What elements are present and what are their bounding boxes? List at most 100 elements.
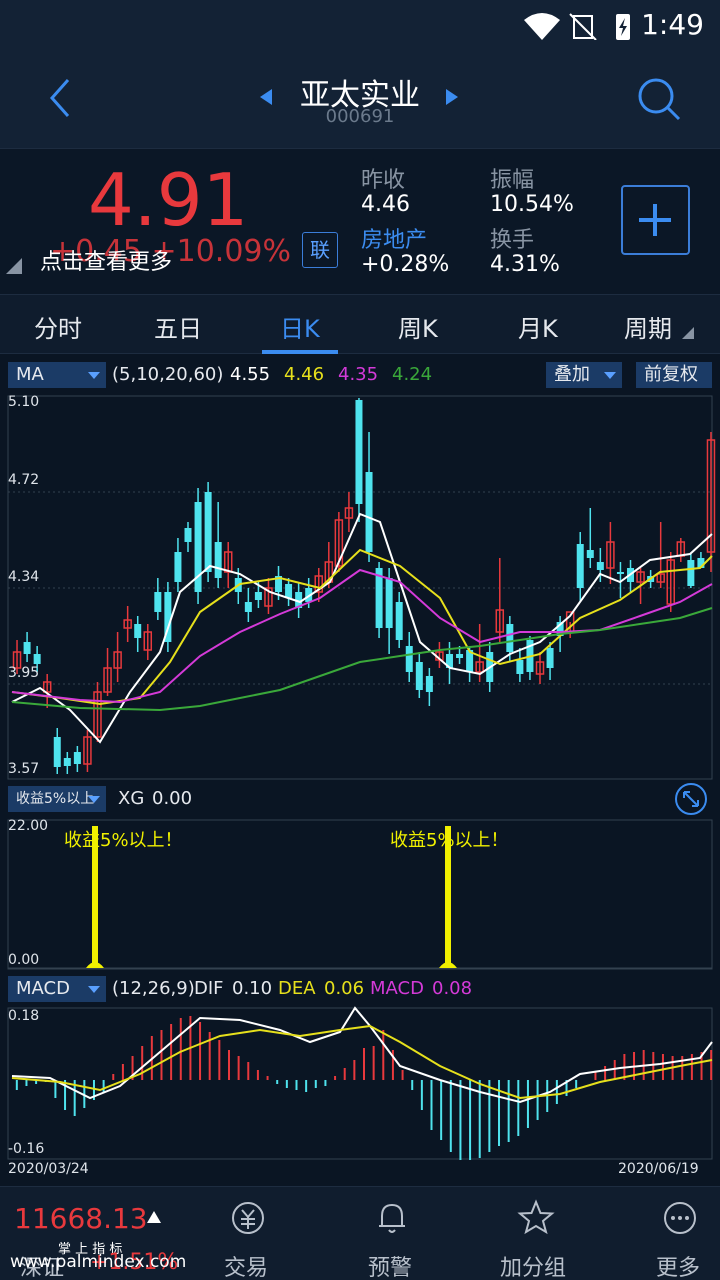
nav-alert[interactable]: 预警: [368, 1250, 412, 1280]
turnover-value: 4.31%: [490, 252, 560, 277]
candle-body: [405, 646, 413, 672]
indicator-select-xg[interactable]: 收益5%以上: [8, 786, 106, 812]
ma5-value: 4.55: [230, 364, 271, 385]
watermark-url: www.palmindex.com: [10, 1252, 187, 1272]
macd-axis-min: -0.16: [8, 1141, 45, 1157]
current-price: 4.91: [88, 158, 249, 242]
wifi-icon: [524, 13, 560, 40]
candle-body: [586, 550, 594, 558]
candle-body: [63, 758, 71, 766]
sector-change: +0.28%: [361, 252, 450, 277]
ma20-value: 4.35: [338, 364, 379, 385]
dif-value: 0.10: [232, 978, 273, 999]
status-time: 1:49: [641, 8, 704, 41]
indicator-select-ma[interactable]: MA: [8, 362, 106, 388]
candle-body: [204, 492, 212, 572]
chevron-down-icon: [88, 986, 100, 993]
candle-body: [184, 528, 192, 542]
candle-body: [516, 660, 524, 674]
chevron-down-icon: [88, 796, 100, 803]
kline-axis-4-34: 4.34: [8, 569, 40, 585]
xg-label: XG: [118, 788, 145, 809]
amplitude-label: 振幅: [490, 168, 535, 193]
more-icon[interactable]: [660, 1198, 700, 1238]
nav-add-group[interactable]: 加分组: [500, 1250, 566, 1280]
xg-select-label: 收益5%以上: [16, 791, 95, 807]
candle-body: [687, 560, 695, 586]
macd-params: (12,26,9): [112, 978, 195, 999]
candle-body: [546, 648, 554, 668]
search-icon[interactable]: [636, 76, 682, 122]
candle-body: [385, 578, 393, 628]
candle-body: [174, 552, 182, 582]
turnover-label: 换手: [490, 228, 535, 253]
tab-period[interactable]: 周期: [624, 309, 672, 344]
macd-axis-max: 0.18: [8, 1008, 40, 1024]
up-arrow-icon: [147, 1211, 161, 1223]
candle-body: [415, 662, 423, 690]
candle-body: [355, 400, 363, 504]
candle-body: [285, 584, 293, 598]
candle-body: [616, 572, 624, 574]
star-icon[interactable]: [516, 1198, 556, 1238]
candle-body: [506, 624, 514, 652]
candle-body: [53, 737, 61, 767]
chevron-down-icon: [88, 372, 100, 379]
candle-body: [134, 624, 142, 638]
plus-icon: [639, 204, 671, 236]
kline-axis-4-72: 4.72: [8, 472, 40, 488]
candle-body: [154, 592, 162, 612]
kline-axis-5-10: 5.10: [8, 394, 40, 410]
xg-annotation-1: 收益5%以上！: [64, 830, 183, 851]
xg-axis-min: 0.00: [8, 952, 40, 968]
macd-label: MACD: [370, 978, 424, 999]
nav-more[interactable]: 更多: [656, 1250, 700, 1280]
sector-label[interactable]: 房地产: [361, 222, 427, 254]
adjust-button[interactable]: 前复权: [636, 362, 712, 388]
ma-params: (5,10,20,60): [112, 364, 224, 385]
bell-icon[interactable]: [372, 1198, 412, 1238]
amplitude-value: 10.54%: [490, 192, 574, 217]
kline-axis-3-95: 3.95: [8, 665, 40, 681]
add-watchlist-button[interactable]: [621, 185, 690, 255]
view-more-tip[interactable]: 点击查看更多: [40, 244, 172, 276]
header-bar: 1:49 亚太实业 000691: [0, 0, 720, 148]
index-value[interactable]: 11668.13: [14, 1202, 148, 1235]
tab-five-day[interactable]: 五日: [154, 309, 202, 344]
period-tabs: 分时 五日 日K 周K 月K 周期: [0, 294, 720, 354]
macd-line: [11, 1006, 713, 1104]
tab-monthly-k[interactable]: 月K: [518, 309, 558, 344]
ma10-value: 4.46: [284, 364, 325, 385]
indicator-select-macd[interactable]: MACD: [8, 976, 106, 1002]
trade-icon[interactable]: [228, 1198, 268, 1238]
kline-axis-3-57: 3.57: [8, 761, 40, 777]
tab-intraday[interactable]: 分时: [34, 309, 82, 344]
period-dropdown-icon: [682, 327, 694, 339]
candle-body: [576, 544, 584, 588]
candle-body: [73, 752, 81, 764]
prev-close-value: 4.46: [361, 192, 410, 217]
chevron-down-icon: [604, 372, 616, 379]
dea-label: DEA: [278, 978, 316, 999]
expand-corner-icon: [6, 258, 22, 274]
kline-chart[interactable]: [0, 392, 720, 780]
status-icons: [524, 13, 630, 40]
dif-label: DIF: [194, 978, 224, 999]
tab-daily-k[interactable]: 日K: [280, 309, 320, 344]
date-start: 2020/03/24: [8, 1161, 89, 1177]
candle-body: [254, 592, 262, 600]
macd-value: 0.08: [432, 978, 473, 999]
date-end: 2020/06/19: [618, 1161, 699, 1177]
next-stock-icon[interactable]: [444, 88, 460, 106]
macd-select-label: MACD: [16, 978, 70, 999]
candle-body: [244, 602, 252, 612]
nav-trade[interactable]: 交易: [224, 1250, 268, 1280]
link-button[interactable]: 联: [302, 232, 338, 268]
fullscreen-icon[interactable]: [674, 782, 708, 816]
overlay-select[interactable]: 叠加: [546, 362, 622, 388]
tab-weekly-k[interactable]: 周K: [398, 309, 438, 344]
candle-body: [23, 642, 31, 654]
macd-chart[interactable]: [0, 1006, 720, 1160]
xg-annotation-2: 收益5%以上！: [390, 830, 509, 851]
prev-close-label: 昨收: [361, 168, 406, 193]
